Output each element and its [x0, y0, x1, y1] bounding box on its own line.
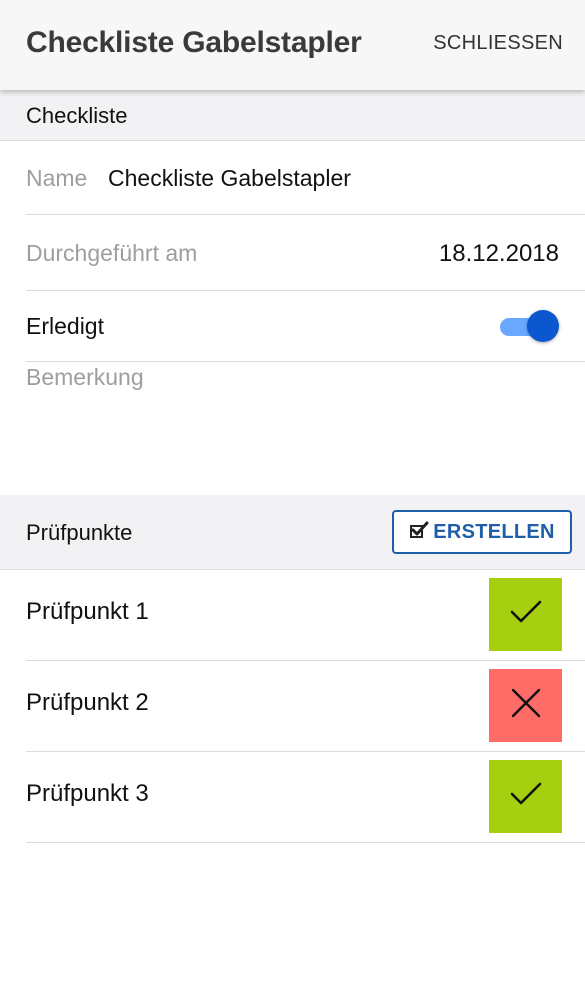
done-label: Erledigt: [26, 313, 104, 339]
close-button[interactable]: SCHLIESSEN: [433, 32, 563, 55]
create-button[interactable]: ERSTELLEN: [392, 510, 572, 554]
date-field[interactable]: Durchgeführt am 18.12.2018: [26, 215, 585, 291]
checklist-section-header: Checkliste: [0, 90, 585, 141]
x-icon: [511, 688, 541, 723]
create-button-label: ERSTELLEN: [433, 520, 555, 543]
checkpoint-label: Prüfpunkt 2: [26, 689, 149, 716]
status-ok-button[interactable]: [489, 760, 562, 833]
section-title: Prüfpunkte: [26, 520, 133, 545]
status-failed-button[interactable]: [489, 669, 562, 742]
list-item[interactable]: Prüfpunkt 1: [26, 570, 585, 661]
done-row: Erledigt: [26, 291, 585, 362]
page-title: Checkliste Gabelstapler: [26, 26, 362, 59]
date-label: Durchgeführt am: [26, 240, 198, 266]
status-ok-button[interactable]: [489, 578, 562, 651]
app-bar: Checkliste Gabelstapler SCHLIESSEN: [0, 0, 585, 90]
toggle-thumb: [527, 310, 559, 342]
name-value[interactable]: Checkliste Gabelstapler: [108, 165, 351, 192]
list-item[interactable]: Prüfpunkt 2: [26, 661, 585, 752]
date-value[interactable]: 18.12.2018: [439, 240, 559, 268]
checkpoint-label: Prüfpunkt 1: [26, 598, 149, 625]
name-label: Name: [26, 165, 88, 191]
remark-field[interactable]: [26, 362, 559, 492]
list-item[interactable]: Prüfpunkt 3: [26, 752, 585, 843]
checkpoint-label: Prüfpunkt 3: [26, 780, 149, 807]
checkpoints-section-header: Prüfpunkte ERSTELLEN: [0, 495, 585, 570]
section-title: Checkliste: [26, 103, 128, 128]
checkbox-pen-icon: [409, 520, 429, 545]
name-field[interactable]: Name Checkliste Gabelstapler: [26, 141, 585, 215]
check-icon: [509, 599, 543, 630]
check-icon: [509, 781, 543, 812]
done-toggle[interactable]: [499, 309, 559, 343]
